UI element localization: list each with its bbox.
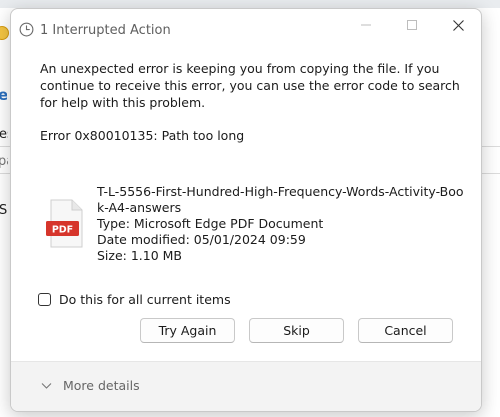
file-details: T-L-5556-First-Hundred-High-Frequency-Wo…	[97, 184, 467, 264]
background-divider	[482, 146, 500, 147]
background-text-fragment: S	[0, 203, 8, 218]
minimize-icon	[361, 24, 371, 26]
file-name: T-L-5556-First-Hundred-High-Frequency-Wo…	[97, 184, 464, 215]
close-button[interactable]	[435, 9, 481, 41]
try-again-button[interactable]: Try Again	[140, 318, 235, 343]
error-message: An unexpected error is keeping you from …	[40, 61, 460, 110]
pdf-file-icon: PDF	[46, 199, 83, 248]
cancel-button[interactable]: Cancel	[358, 318, 453, 343]
background-divider	[0, 173, 10, 174]
background-divider	[482, 173, 500, 174]
file-type: Type: Microsoft Edge PDF Document	[97, 216, 324, 231]
maximize-button[interactable]	[389, 9, 435, 41]
dialog-footer: More details	[11, 361, 481, 411]
interrupted-action-dialog: 1 Interrupted Action An unexpected error…	[10, 8, 482, 412]
skip-button[interactable]: Skip	[249, 318, 344, 343]
apply-to-all-checkbox-row[interactable]: Do this for all current items	[38, 292, 231, 307]
maximize-icon	[407, 20, 417, 30]
file-size: Size: 1.10 MB	[97, 248, 183, 263]
title-bar: 1 Interrupted Action	[11, 9, 481, 45]
more-details-label[interactable]: More details	[63, 378, 140, 393]
clock-icon	[0, 26, 9, 40]
dialog-title: 1 Interrupted Action	[40, 23, 171, 38]
background-top-edge	[0, 0, 500, 8]
minimize-button[interactable]	[343, 9, 389, 41]
more-details-toggle[interactable]: More details	[41, 378, 140, 393]
background-divider	[0, 146, 10, 147]
clock-icon	[19, 22, 34, 37]
background-text-fragment: el	[0, 86, 7, 104]
background-text-fragment: es	[0, 127, 8, 142]
background-text-fragment: pa	[0, 154, 8, 169]
close-icon	[452, 19, 464, 31]
error-code: Error 0x80010135: Path too long	[40, 128, 245, 143]
apply-to-all-label[interactable]: Do this for all current items	[59, 292, 231, 307]
apply-to-all-checkbox[interactable]	[38, 293, 51, 306]
pdf-icon-label: PDF	[52, 225, 73, 236]
chevron-down-icon	[41, 383, 52, 389]
file-date-modified: Date modified: 05/01/2024 09:59	[97, 232, 306, 247]
